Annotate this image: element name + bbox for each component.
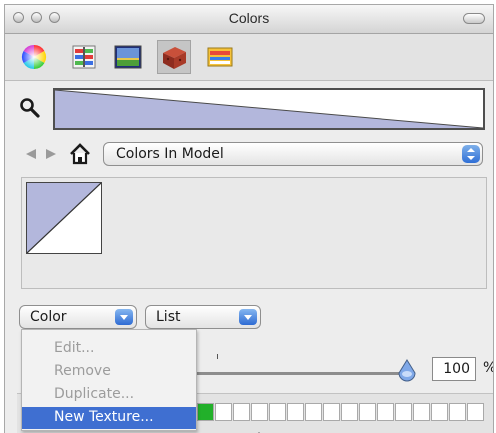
swatch-cell[interactable] [377, 403, 394, 421]
toolbar-toggle-button[interactable] [463, 13, 485, 24]
swatch-cell[interactable] [215, 403, 232, 421]
opacity-slider-knob[interactable] [397, 359, 417, 387]
forward-arrow-icon[interactable] [45, 148, 57, 164]
title-bar: Colors [5, 5, 493, 34]
home-icon[interactable] [69, 143, 91, 169]
swatch-cell[interactable] [395, 403, 412, 421]
color-palettes-icon [114, 45, 142, 69]
chevron-down-icon [115, 309, 133, 325]
window-title: Colors [228, 10, 270, 26]
swatch-cell[interactable] [269, 403, 286, 421]
swatch-cell[interactable] [305, 403, 322, 421]
navigation-row: Colors In Model [5, 142, 493, 168]
collection-dropdown[interactable]: Colors In Model [103, 142, 483, 166]
color-wheel-tab[interactable] [17, 40, 51, 74]
menu-item-remove[interactable]: Remove [22, 361, 196, 383]
color-action-popup[interactable]: Color [19, 305, 137, 329]
current-color-swatch[interactable] [53, 88, 485, 130]
picker-toolbar [5, 34, 493, 81]
back-arrow-icon[interactable] [25, 148, 37, 164]
swatch-cell[interactable] [323, 403, 340, 421]
collection-dropdown-label: Colors In Model [116, 146, 224, 162]
swatch-cell[interactable] [233, 403, 250, 421]
color-action-menu: Edit... Remove Duplicate... New Texture.… [21, 329, 197, 431]
swatch-cells [197, 403, 489, 423]
view-mode-popup[interactable]: List [145, 305, 261, 329]
image-palettes-icon [163, 47, 186, 69]
crayons-icon [207, 47, 233, 67]
chevron-down-icon [239, 309, 257, 325]
swatch-cell-green[interactable] [197, 403, 214, 421]
slider-tick [217, 354, 218, 359]
updown-arrows-icon [462, 145, 480, 163]
image-palettes-tab[interactable] [157, 40, 191, 74]
swatch-cell[interactable] [251, 403, 268, 421]
percent-label: % [483, 360, 493, 376]
swatch-cell[interactable] [431, 403, 448, 421]
opacity-value-field[interactable]: 100 [432, 357, 476, 381]
color-sliders-icon [72, 45, 96, 69]
menu-item-new-texture[interactable]: New Texture... [22, 407, 196, 429]
view-mode-label: List [156, 309, 181, 325]
color-sliders-tab[interactable] [67, 40, 101, 74]
color-wheel-icon [21, 44, 47, 69]
swatch-cell[interactable] [449, 403, 466, 421]
crayons-tab[interactable] [203, 40, 237, 74]
colors-window: Colors Colors In Model Color List 100 Ed… [4, 4, 494, 433]
menu-item-duplicate[interactable]: Duplicate... [22, 384, 196, 406]
color-thumbnail[interactable] [26, 182, 102, 254]
opacity-slider[interactable] [197, 372, 409, 375]
color-browser-area [21, 177, 487, 289]
swatch-cell[interactable] [413, 403, 430, 421]
magnifier-icon[interactable] [19, 97, 41, 123]
swatch-cell[interactable] [467, 403, 484, 421]
swatch-cell[interactable] [359, 403, 376, 421]
menu-item-edit[interactable]: Edit... [22, 338, 196, 360]
swatch-cell[interactable] [287, 403, 304, 421]
color-palettes-tab[interactable] [111, 40, 145, 74]
color-action-label: Color [30, 309, 67, 325]
swatch-cell[interactable] [341, 403, 358, 421]
